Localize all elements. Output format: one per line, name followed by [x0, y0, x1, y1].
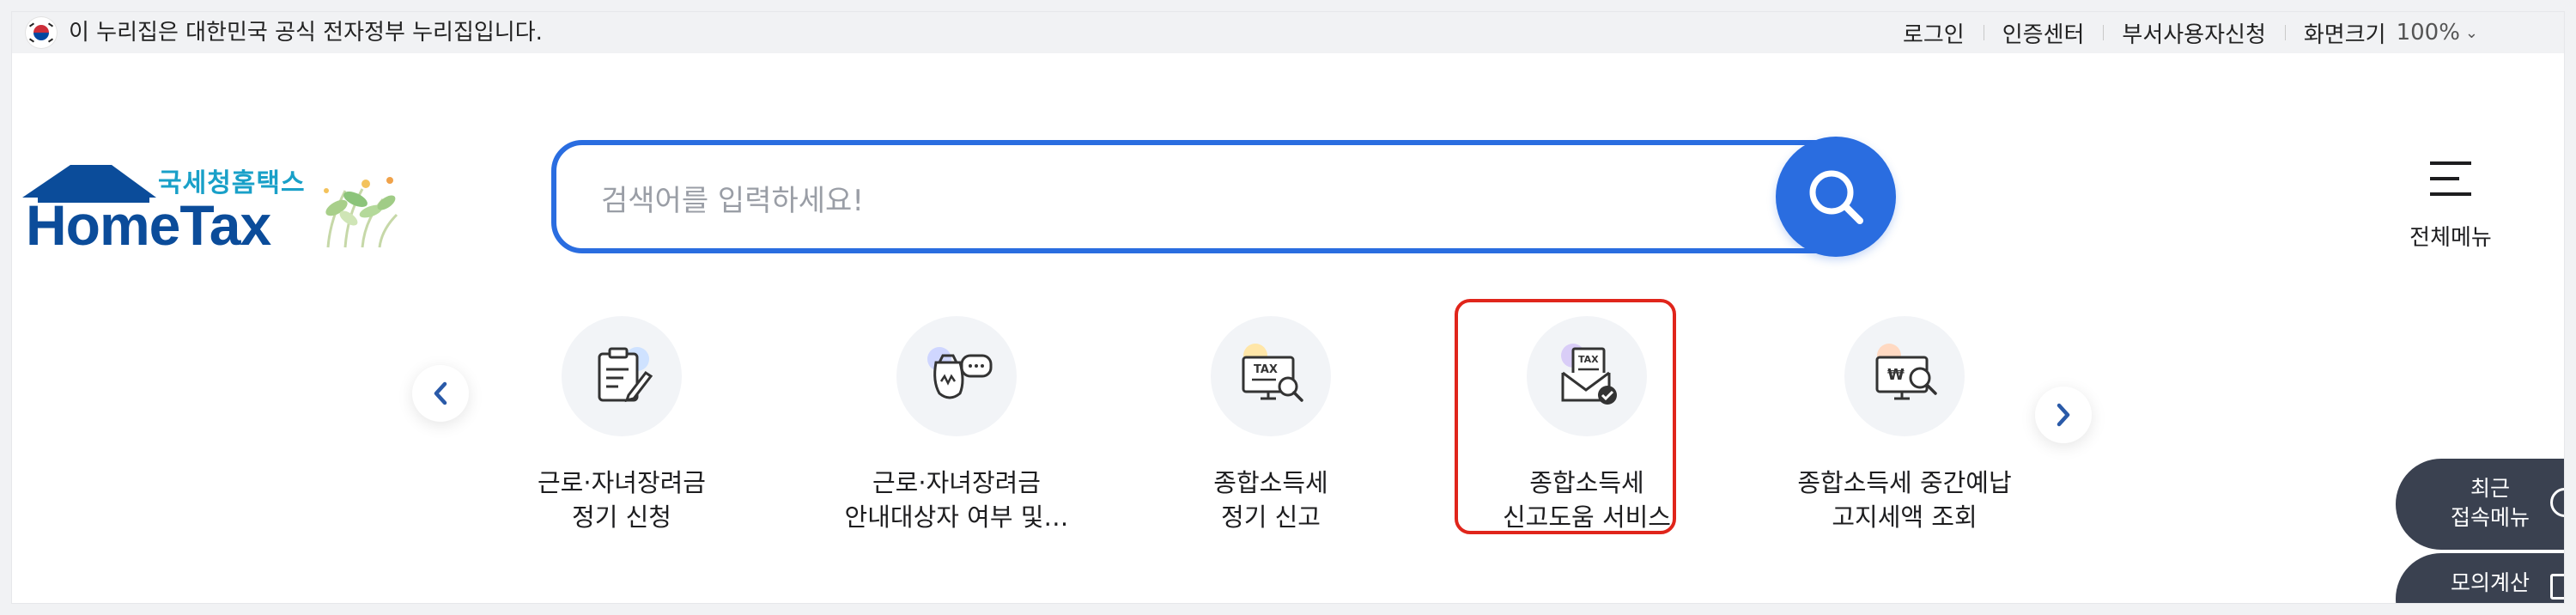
plant-decoration-icon	[324, 177, 398, 248]
svg-text:TAX: TAX	[1578, 354, 1599, 365]
hometax-logo[interactable]: 국세청홈택스 HomeTax	[19, 158, 414, 270]
all-menu-label: 전체메뉴	[2409, 225, 2492, 251]
recent-menu-label: 최근 접속메뉴	[2430, 474, 2550, 533]
quick-service-item[interactable]: 근로·자녀장려금 안내대상자 여부 및…	[828, 311, 1085, 551]
label-line-2: 신고도움 서비스	[1503, 502, 1671, 532]
search-input[interactable]	[599, 176, 1788, 226]
tax-envelope-check-icon: TAX	[1527, 316, 1647, 436]
quick-service-label: 종합소득세 중간예납 고지세액 조회	[1776, 466, 2033, 534]
search-button[interactable]	[1776, 137, 1896, 257]
search-box	[551, 140, 1863, 253]
quick-service-item[interactable]: ₩ 종합소득세 중간예납 고지세액 조회	[1776, 311, 2033, 551]
label-line-1: 종합소득세	[1529, 468, 1644, 497]
calculator-icon	[2550, 574, 2564, 600]
chevron-right-icon	[2057, 403, 2070, 427]
recent-menu-button[interactable]: 최근 접속메뉴	[2396, 459, 2564, 550]
label-line-1: 근로·자녀장려금	[872, 468, 1041, 497]
mock-calculation-button[interactable]: 모의계산	[2396, 553, 2564, 603]
tax-monitor-icon: TAX	[1211, 316, 1331, 436]
svg-text:₩: ₩	[1887, 366, 1905, 384]
quick-service-item[interactable]: TAX 종합소득세 신고도움 서비스	[1458, 311, 1716, 551]
login-link[interactable]: 로그인	[1884, 17, 1984, 49]
label-line-1: 종합소득세	[1213, 468, 1328, 497]
all-menu-button[interactable]: 전체메뉴	[2399, 158, 2502, 253]
label-line-2: 정기 신고	[1221, 502, 1321, 532]
zoom-control[interactable]: 화면크기 100% ⌄	[2284, 17, 2478, 49]
label-line-1: 근로·자녀장려금	[538, 468, 706, 497]
zoom-value: 100%	[2396, 20, 2460, 46]
mock-calculation-label: 모의계산	[2430, 569, 2550, 598]
utility-links: 로그인 인증센터 부서사용자신청 화면크기 100% ⌄	[1884, 17, 2478, 49]
label-line-2: 접속메뉴	[2450, 506, 2530, 530]
carousel-prev-button[interactable]	[412, 365, 469, 422]
zoom-label: 화면크기	[2303, 21, 2386, 48]
carousel-next-button[interactable]	[2035, 387, 2092, 443]
quick-service-item[interactable]: TAX 종합소득세 정기 신고	[1142, 311, 1400, 551]
hamburger-menu-icon	[2430, 161, 2471, 196]
clipboard-pen-icon	[562, 316, 682, 436]
label-line-1: 종합소득세 중간예납	[1797, 468, 2012, 497]
quick-service-label: 근로·자녀장려금 안내대상자 여부 및…	[811, 466, 1103, 534]
svg-text:TAX: TAX	[1254, 363, 1278, 376]
money-bag-chat-icon	[896, 316, 1017, 436]
cert-center-link[interactable]: 인증센터	[1983, 17, 2104, 49]
chevron-left-icon	[434, 381, 447, 405]
won-monitor-search-icon: ₩	[1844, 316, 1965, 436]
label-line-2: 정기 신청	[572, 502, 671, 532]
search-icon	[1809, 170, 1863, 224]
label-line-2: 고지세액 조회	[1832, 502, 1978, 532]
gov-banner-text[interactable]: 이 누리집은 대한민국 공식 전자정부 누리집입니다.	[69, 18, 543, 47]
quick-service-item[interactable]: 근로·자녀장려금 정기 신청	[493, 311, 750, 551]
chevron-down-icon: ⌄	[2464, 23, 2478, 42]
brand-english: HomeTax	[26, 193, 271, 257]
page: 이 누리집은 대한민국 공식 전자정부 누리집입니다. 로그인 인증센터 부서사…	[12, 12, 2564, 603]
quick-service-label: 근로·자녀장려금 정기 신청	[493, 466, 750, 534]
quick-service-label: 종합소득세 정기 신고	[1142, 466, 1400, 534]
search-bar	[551, 137, 1896, 259]
gov-banner: 이 누리집은 대한민국 공식 전자정부 누리집입니다. 로그인 인증센터 부서사…	[12, 12, 2564, 53]
label-line-2: 안내대상자 여부 및…	[844, 502, 1069, 532]
label-line-1: 모의계산	[2450, 571, 2530, 595]
clock-icon	[2550, 488, 2564, 517]
quick-service-label: 종합소득세 신고도움 서비스	[1458, 466, 1716, 534]
label-line-1: 최근	[2470, 477, 2510, 501]
dept-user-signup-link[interactable]: 부서사용자신청	[2103, 17, 2284, 49]
korea-flag-icon	[26, 17, 57, 48]
